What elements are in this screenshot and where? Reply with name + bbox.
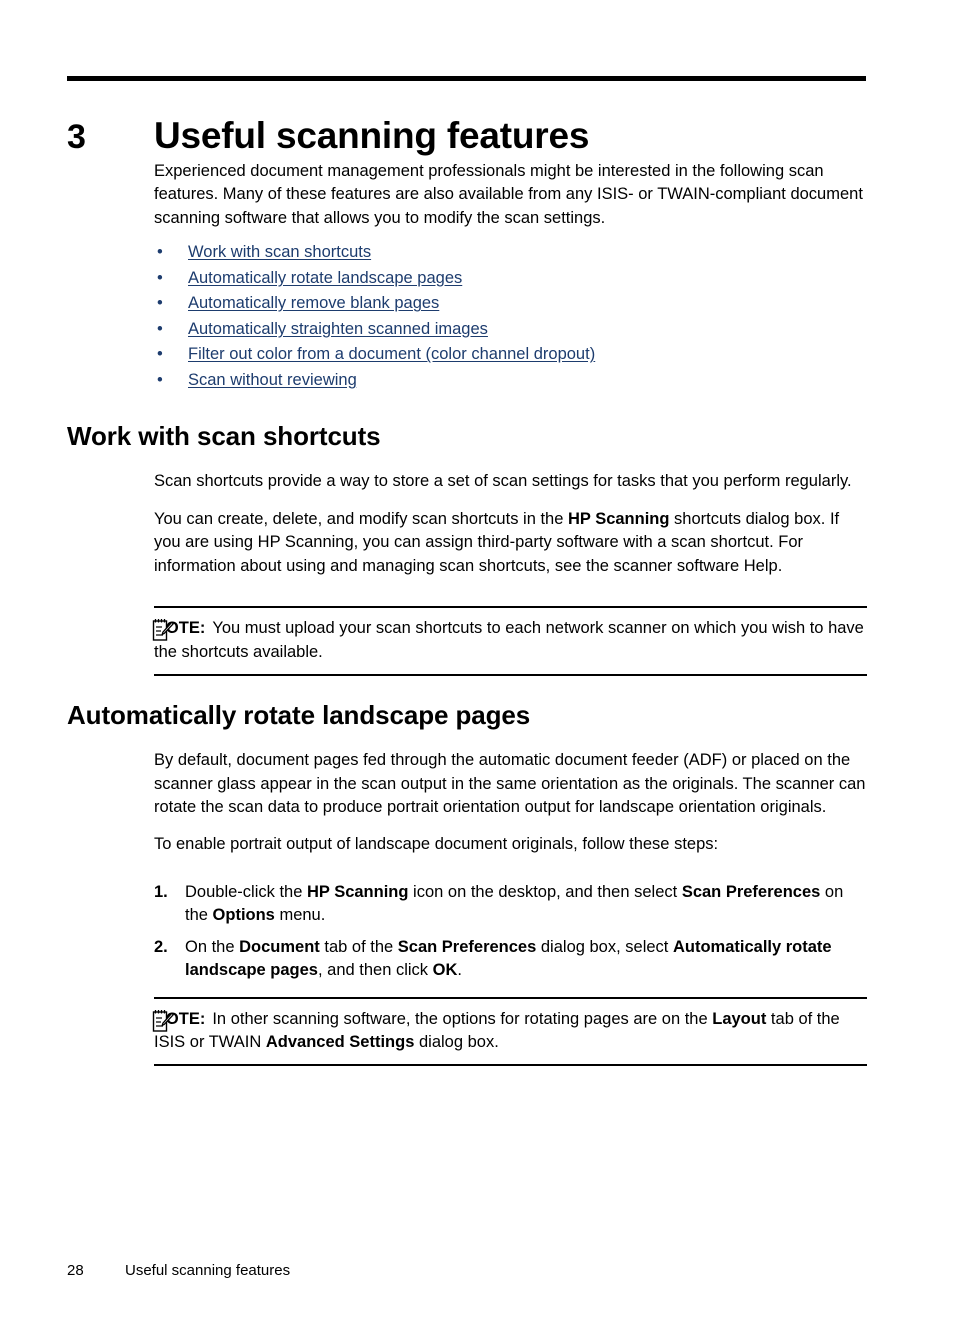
link-scan-without-reviewing[interactable]: Scan without reviewing [188,371,357,389]
document-page: 3 Useful scanning features Experienced d… [0,0,954,1321]
note-pencil-icon [152,1009,174,1033]
link-automatically-remove-blank-pages[interactable]: Automatically remove blank pages [188,294,439,312]
link-automatically-straighten-scanned-images[interactable]: Automatically straighten scanned images [188,320,488,338]
bullet-icon: • [157,345,163,364]
step-number: 1. [154,882,168,901]
bold-options: Options [212,906,275,925]
text-segment: icon on the desktop, and then select [408,882,682,901]
section-link-list: • Work with scan shortcuts • Automatical… [67,244,867,388]
list-item[interactable]: • Scan without reviewing [157,372,867,389]
section1-paragraph-1: Scan shortcuts provide a way to store a … [154,472,852,491]
text-segment: Double-click the [185,882,307,901]
section2-paragraph-2: To enable portrait output of landscape d… [154,835,719,854]
list-item[interactable]: • Filter out color from a document (colo… [157,346,867,363]
link-work-with-scan-shortcuts[interactable]: Work with scan shortcuts [188,243,371,261]
chapter-top-rule [67,76,866,81]
note-body: NOTE: In other scanning software, the opt… [154,996,867,1067]
bullet-icon: • [157,370,163,389]
text-segment: dialog box. [414,1032,499,1051]
section1-paragraph-2: You can create, delete, and modify scan … [67,508,867,578]
steps-list: 1. Double-click the HP Scanning icon on t… [67,881,867,983]
bold-scan-preferences: Scan Preferences [681,882,821,901]
list-item[interactable]: • Automatically rotate landscape pages [157,270,867,287]
bold-layout: Layout [712,1009,767,1028]
bullet-icon: • [157,268,163,287]
bold-ok: OK [432,961,458,980]
list-item-step-1: 1. Double-click the HP Scanning icon on t… [154,881,867,928]
page-content: Experienced document management professi… [67,160,867,1067]
list-item-step-2: 2. On the Document tab of the Scan Prefer… [154,936,867,983]
bullet-icon: • [157,243,163,262]
footer-page-number: 28 [67,1262,84,1279]
text-segment: On the [185,937,240,956]
page-title: Useful scanning features [154,114,590,156]
chapter-number: 3 [67,117,86,156]
bold-hp-scanning: HP Scanning [567,509,670,528]
section-heading-automatically-rotate-landscape-pages: Automatically rotate landscape pages [67,699,531,730]
note-body: NOTE: You must upload your scan shortcuts… [154,606,867,676]
list-item[interactable]: • Automatically straighten scanned image… [157,321,867,338]
text-segment: In other scanning software, the options … [212,1009,713,1028]
text-segment: dialog box, select [536,937,673,956]
link-filter-out-color-from-a-document[interactable]: Filter out color from a document (color … [188,345,595,363]
footer-chapter-name: Useful scanning features [125,1262,291,1279]
section-heading-work-with-scan-shortcuts: Work with scan shortcuts [67,421,381,452]
text-segment: , and then click [317,961,433,980]
note-box-shortcuts: NOTE: You must upload your scan shortcuts… [67,606,867,676]
bold-hp-scanning: HP Scanning [306,882,409,901]
bold-scan-preferences: Scan Preferences [397,937,537,956]
note-box-rotating: NOTE: In other scanning software, the opt… [67,996,867,1067]
note-message: You must upload your scan shortcuts to e… [154,619,864,661]
note-text: NOTE: In other scanning software, the opt… [154,1008,867,1055]
text-segment: tab of the [319,937,398,956]
bold-advanced-settings: Advanced Settings [265,1032,415,1051]
step-number: 2. [154,937,168,956]
note-pencil-icon [152,618,174,642]
link-automatically-rotate-landscape-pages[interactable]: Automatically rotate landscape pages [188,269,462,287]
note-text: NOTE: You must upload your scan shortcuts… [154,617,867,664]
bullet-icon: • [157,319,163,338]
text-segment: . [457,961,462,980]
section2-paragraph-1: By default, document pages fed through t… [154,751,866,817]
list-item[interactable]: • Automatically remove blank pages [157,295,867,312]
list-item[interactable]: • Work with scan shortcuts [157,244,867,261]
text-segment: menu. [274,906,326,925]
text-segment: You can create, delete, and modify scan … [154,509,568,528]
bullet-icon: • [157,294,163,313]
bold-document: Document [239,937,320,956]
intro-paragraph: Experienced document management professi… [154,162,863,227]
page-footer: 28 Useful scanning features [67,1262,866,1279]
